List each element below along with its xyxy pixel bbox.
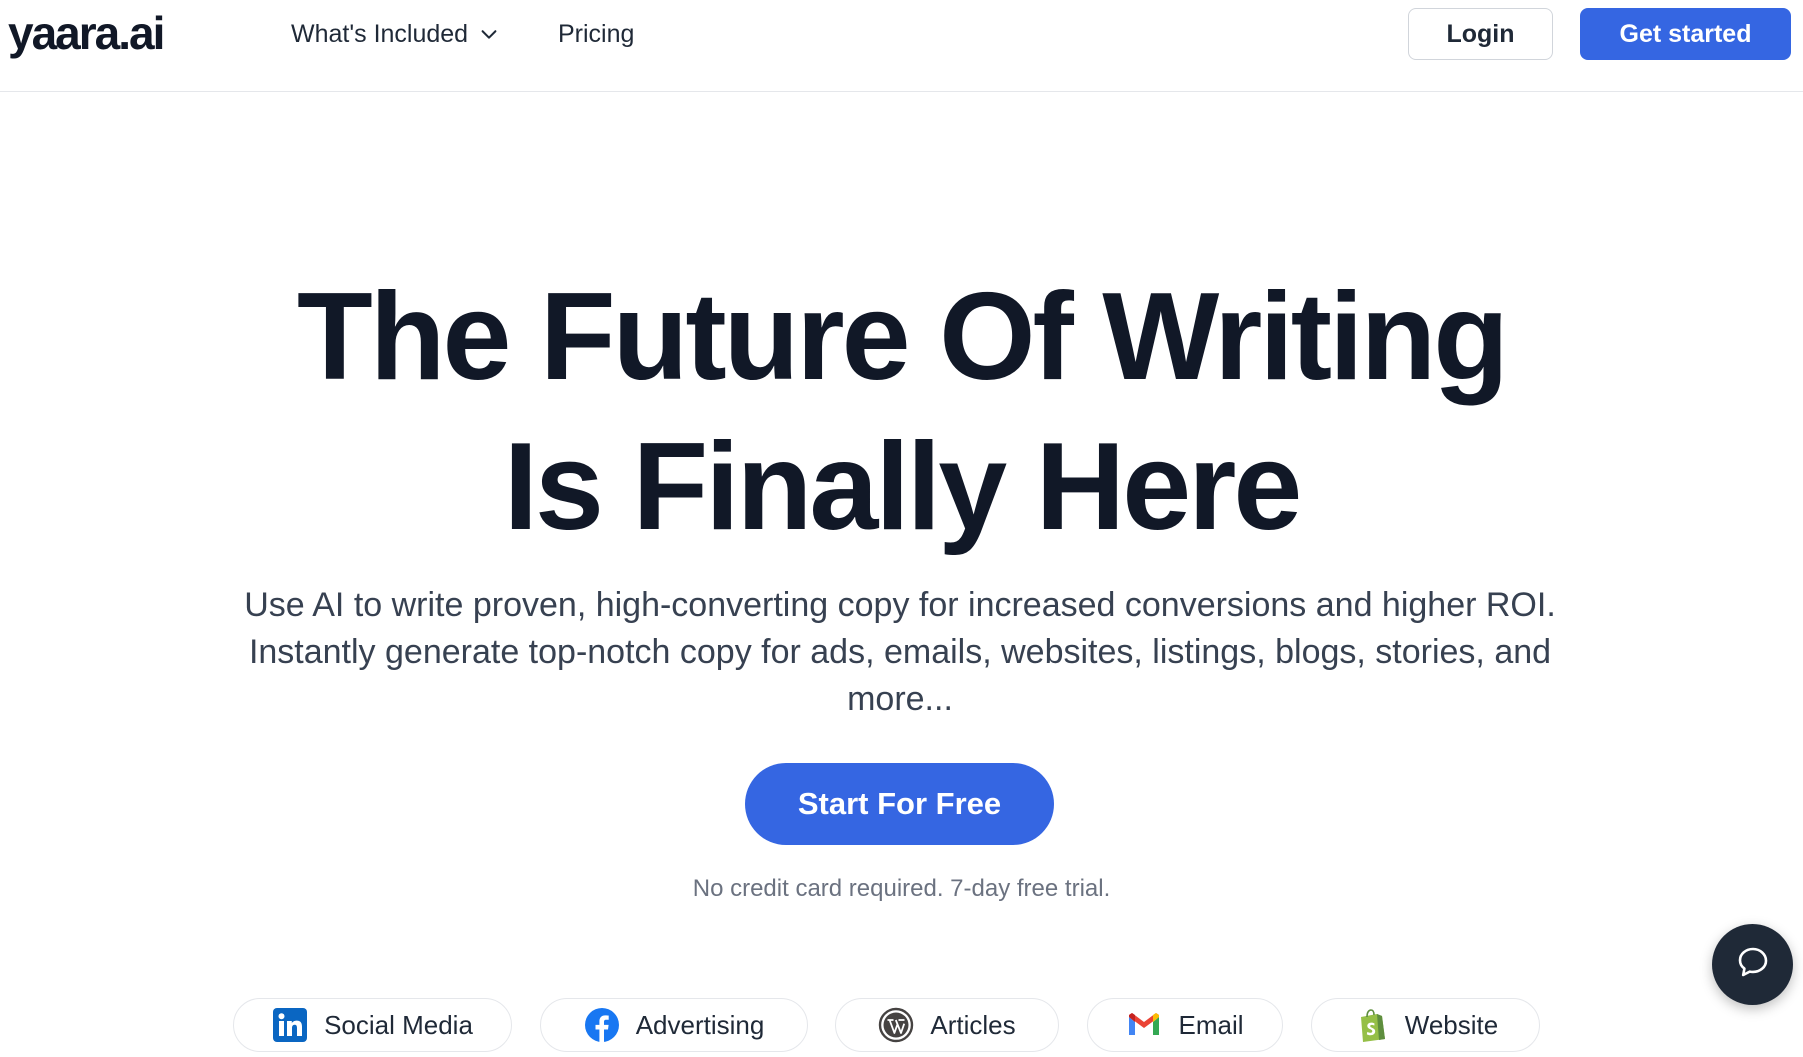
category-email[interactable]: Email	[1087, 998, 1283, 1052]
facebook-icon	[584, 1007, 620, 1043]
start-for-free-button[interactable]: Start For Free	[745, 763, 1054, 845]
category-articles[interactable]: Articles	[835, 998, 1059, 1052]
wordpress-icon	[878, 1007, 914, 1043]
category-advertising[interactable]: Advertising	[540, 998, 808, 1052]
nav-pricing-label: Pricing	[558, 19, 635, 48]
category-website[interactable]: Website	[1311, 998, 1540, 1052]
category-label: Articles	[930, 1009, 1016, 1040]
shopify-icon	[1353, 1007, 1389, 1043]
hero-subtitle: Use AI to write proven, high-converting …	[244, 586, 1556, 718]
chat-bubble-icon	[1735, 944, 1771, 985]
logo[interactable]: yaara.ai	[8, 6, 165, 60]
hero-title: The Future Of Writing Is Finally Here	[0, 262, 1803, 562]
category-label: Advertising	[635, 1009, 765, 1040]
chat-widget-button[interactable]	[1712, 924, 1793, 1005]
linkedin-icon	[272, 1007, 308, 1043]
trial-note: No credit card required. 7-day free tria…	[692, 875, 1111, 902]
gmail-icon	[1126, 1007, 1162, 1043]
category-label: Social Media	[324, 1009, 473, 1040]
nav-whats-included-label: What's Included	[291, 19, 469, 48]
site-header: yaara.ai What's Included Pricing Login G…	[0, 0, 1803, 92]
category-social-media[interactable]: Social Media	[233, 998, 512, 1052]
login-button[interactable]: Login	[1408, 8, 1553, 60]
get-started-button[interactable]: Get started	[1580, 8, 1791, 60]
category-label: Website	[1404, 1009, 1499, 1040]
nav-pricing[interactable]: Pricing	[558, 18, 634, 50]
category-label: Email	[1178, 1009, 1244, 1040]
hero-title-line-2: Is Finally Here	[503, 418, 1303, 556]
nav-whats-included[interactable]: What's Included	[291, 18, 500, 50]
chevron-down-icon	[478, 23, 500, 45]
hero-title-line-1: The Future Of Writing	[296, 268, 1509, 406]
